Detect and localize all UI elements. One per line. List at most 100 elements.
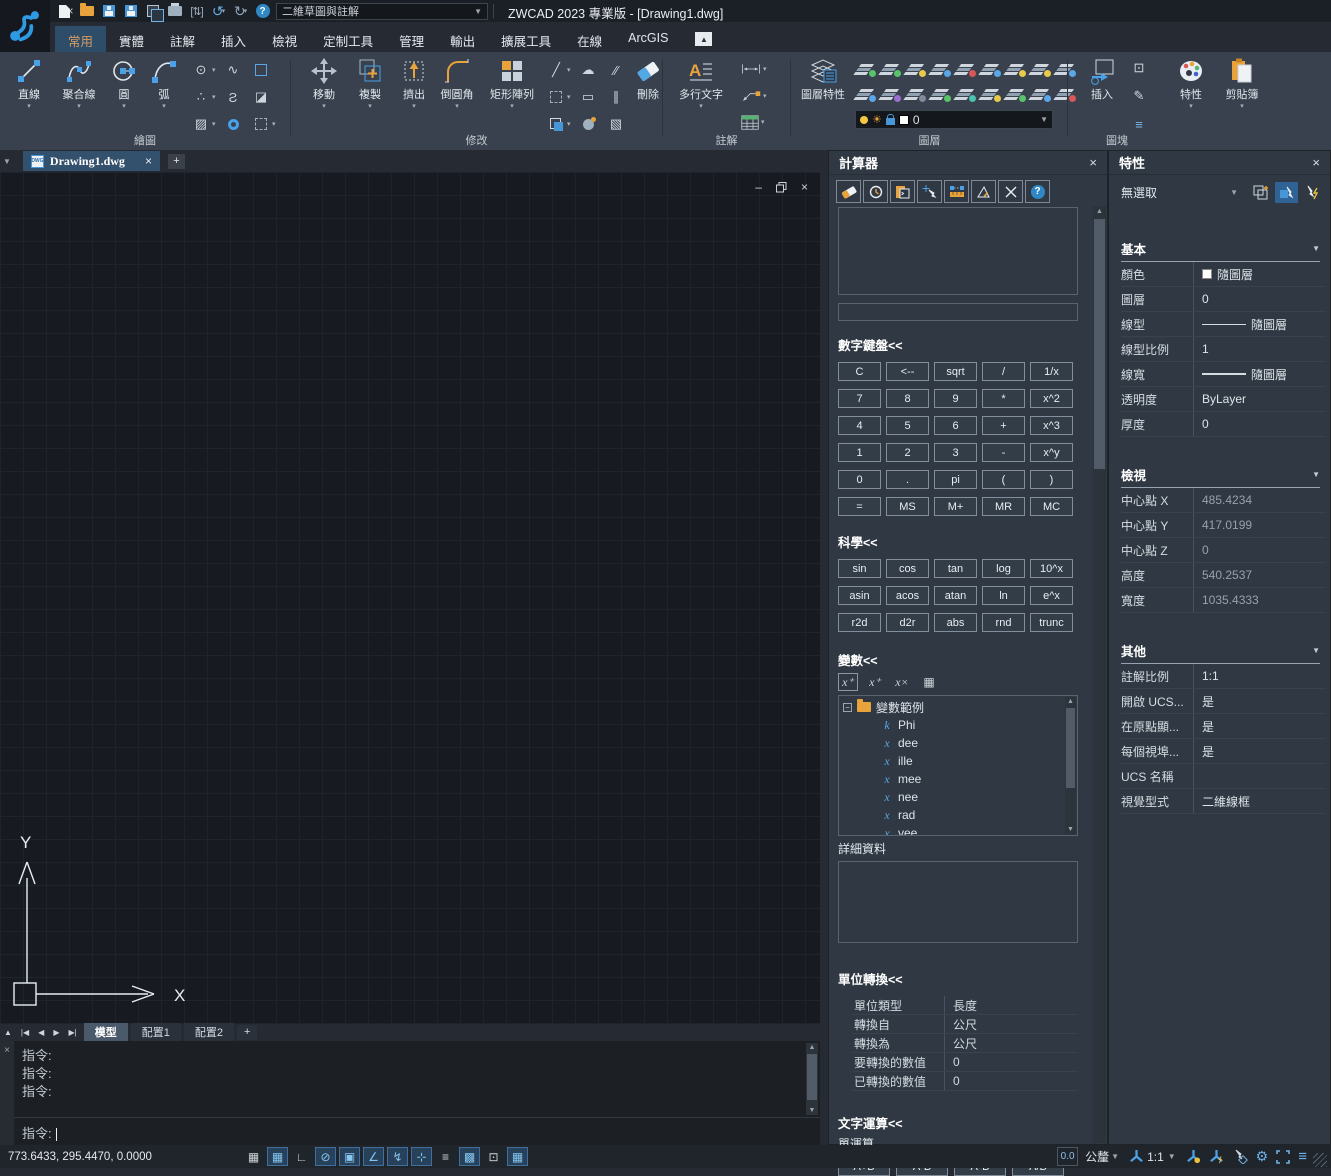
calc-key[interactable]: 9 (934, 389, 977, 408)
layer-isolate-button[interactable] (905, 58, 927, 78)
chevron-down-icon[interactable]: ▼ (1111, 1152, 1119, 1161)
attribute-manager-button[interactable]: ≡ (1130, 116, 1148, 132)
calc-key[interactable]: 0 (838, 470, 881, 489)
osnap-toggle[interactable]: ▣ (339, 1147, 360, 1166)
selection-select[interactable]: 無選取 ▼ (1121, 184, 1246, 201)
close-doc-icon[interactable]: × (145, 154, 152, 168)
delete-expression-button[interactable] (998, 180, 1023, 203)
add-layout-button[interactable]: + (237, 1025, 257, 1040)
angle-snap-toggle[interactable]: ∠ (363, 1147, 384, 1166)
calc-key[interactable]: = (838, 497, 881, 516)
helix-button[interactable]: Ƨ (224, 89, 242, 105)
calc-key[interactable]: ln (982, 586, 1025, 605)
fillet-button[interactable]: 倒圓角▾ (433, 57, 481, 110)
tab-manage[interactable]: 管理 (386, 26, 437, 52)
region-button[interactable]: ◪ (252, 89, 270, 105)
property-row-thickness[interactable]: 厚度0 (1121, 412, 1326, 437)
document-tab[interactable]: DWG Drawing1.dwg × (23, 151, 160, 171)
property-row-ltscale[interactable]: 線型比例1 (1121, 337, 1326, 362)
tab-express-tools[interactable]: 擴展工具 (488, 26, 564, 52)
new-variable-button[interactable]: x⁺ (838, 673, 858, 691)
layer-match-button[interactable] (855, 83, 877, 103)
calc-key[interactable]: 4 (838, 416, 881, 435)
calc-key[interactable]: MS (886, 497, 929, 516)
variable-item[interactable]: xvee (843, 824, 1061, 836)
property-row-lineweight[interactable]: 線寬隨圖層 (1121, 362, 1326, 387)
property-row-layer[interactable]: 圖層0 (1121, 287, 1326, 312)
ribbon-collapse-button[interactable]: ▲ (695, 32, 712, 46)
layout-tab-model[interactable]: 模型 (84, 1023, 128, 1042)
property-row-anno-scale[interactable]: 註解比例1:1 (1121, 664, 1326, 689)
new-doc-tab-button[interactable]: + (168, 154, 185, 169)
property-row-ucs-icon-on[interactable]: 開啟 UCS...是 (1121, 689, 1326, 714)
quick-select-button[interactable] (1249, 182, 1272, 203)
scrollbar-thumb[interactable] (807, 1054, 817, 1100)
copy-button[interactable] (144, 3, 161, 19)
variable-item[interactable]: xrad (843, 806, 1061, 824)
property-row-height[interactable]: 高度540.2537 (1121, 563, 1326, 588)
circle-button[interactable]: 圓▾ (104, 57, 144, 110)
calc-key[interactable]: log (982, 559, 1025, 578)
zwcad-logo[interactable] (0, 0, 50, 52)
spline-button[interactable]: ∿ (224, 62, 242, 78)
dimension-button[interactable]: ▾ (741, 61, 767, 77)
calc-key[interactable]: 3 (934, 443, 977, 462)
calc-key[interactable]: asin (838, 586, 881, 605)
drawing-canvas[interactable]: – × Y X (0, 172, 820, 1024)
annotation-autoscale-icon[interactable] (1209, 1149, 1224, 1164)
history-button[interactable] (863, 180, 888, 203)
lengthen-button[interactable]: ∥ (607, 89, 625, 105)
tree-scrollbar[interactable]: ▲ ▼ (1065, 697, 1076, 834)
scroll-down-icon[interactable]: ▼ (1065, 826, 1076, 833)
calc-key[interactable]: . (886, 470, 929, 489)
collapse-command-icon[interactable]: ▲ (0, 1028, 16, 1037)
variable-item[interactable]: xdee (843, 734, 1061, 752)
calc-key[interactable]: atan (934, 586, 977, 605)
rectangle-button[interactable] (252, 62, 270, 78)
calc-key[interactable]: x^3 (1030, 416, 1073, 435)
command-prompt[interactable]: 指令: (22, 1123, 57, 1142)
layer-copy-to-layer-button[interactable] (955, 83, 977, 103)
scroll-up-icon[interactable]: ▲ (1065, 698, 1076, 705)
ellipse-button[interactable]: ⊙▾ (192, 62, 216, 78)
calc-key[interactable]: r2d (838, 613, 881, 632)
plot-button[interactable] (166, 3, 183, 19)
section-basic[interactable]: 基本▼ (1121, 239, 1320, 262)
layer-thaw-all-button[interactable] (1030, 58, 1052, 78)
undo-button[interactable]: ↺▾ (210, 3, 227, 19)
dynamic-ucs-toggle[interactable]: ⊹ (411, 1147, 432, 1166)
tab-online[interactable]: 在線 (564, 26, 615, 52)
variable-item[interactable]: xmee (843, 770, 1061, 788)
create-block-button[interactable]: ⊡ (1130, 60, 1148, 76)
layer-off-button[interactable] (855, 58, 877, 78)
ortho-toggle[interactable]: ∟ (291, 1147, 312, 1166)
units-row[interactable]: 轉換為公尺 (852, 1034, 1078, 1053)
tab-solid[interactable]: 實體 (106, 26, 157, 52)
property-row-linetype[interactable]: 線型隨圖層 (1121, 312, 1326, 337)
new-file-button[interactable] (56, 3, 73, 19)
calc-key[interactable]: x^2 (1030, 389, 1073, 408)
stretch-button[interactable]: 擠出▾ (391, 57, 437, 110)
calc-key[interactable]: e^x (1030, 586, 1073, 605)
layer-unlock-button[interactable] (980, 58, 1002, 78)
rect-array-button[interactable]: 矩形陣列▾ (483, 57, 541, 110)
edit-variable-button[interactable]: x⁺ (865, 673, 885, 691)
delete-variable-button[interactable]: x× (892, 673, 912, 691)
next-tab-icon[interactable]: ▶ (49, 1028, 63, 1037)
calc-key[interactable]: pi (934, 470, 977, 489)
settings-gear-icon[interactable]: ⚙ (1256, 1148, 1269, 1165)
calc-key[interactable]: 10^x (1030, 559, 1073, 578)
annotation-visibility-icon[interactable] (1186, 1149, 1201, 1164)
preview-button[interactable]: [⇅] (188, 3, 205, 19)
tab-annotate[interactable]: 註解 (157, 26, 208, 52)
tab-view[interactable]: 檢視 (259, 26, 310, 52)
annotation-scale-icon[interactable] (1129, 1149, 1144, 1164)
calc-key[interactable]: <-- (886, 362, 929, 381)
toggle-pickadd-button[interactable] (1301, 182, 1324, 203)
calc-key[interactable]: rnd (982, 613, 1025, 632)
select-objects-button[interactable] (1275, 182, 1298, 203)
property-row-center-x[interactable]: 中心點 X485.4234 (1121, 488, 1326, 513)
leader-button[interactable]: ▾ (741, 88, 767, 104)
align-button[interactable]: ▭ (579, 89, 597, 105)
property-row-ucs-per-viewport[interactable]: 每個視埠...是 (1121, 739, 1326, 764)
